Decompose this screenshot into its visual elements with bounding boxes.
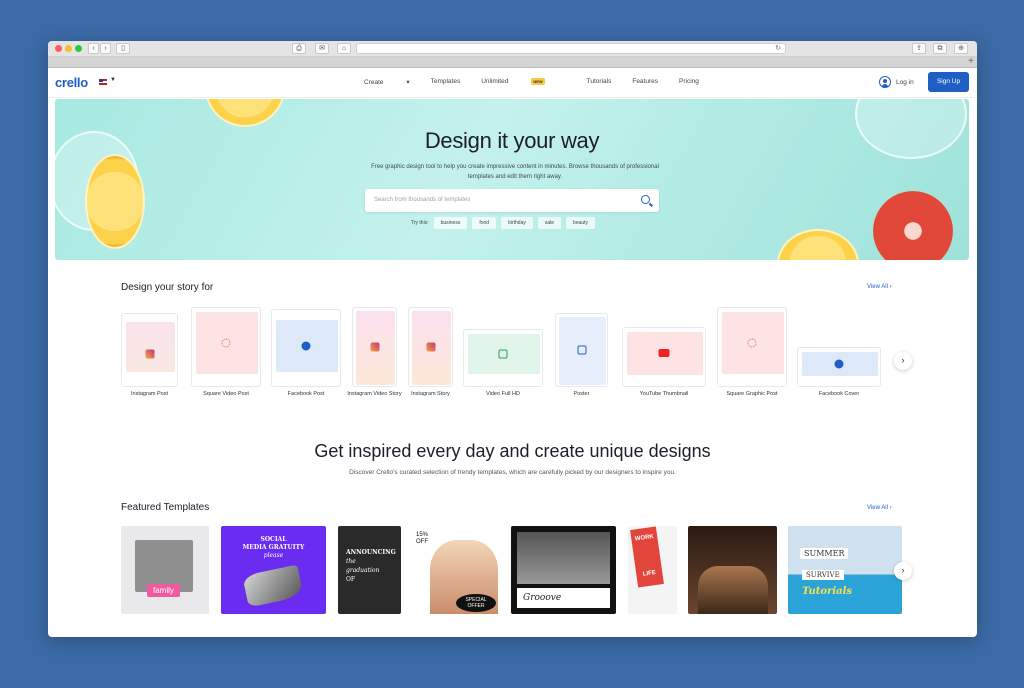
format-label: Facebook Post [287,391,325,397]
home-icon[interactable]: ⌂ [337,43,351,54]
story-next-button[interactable]: › [894,352,912,370]
instagram-icon [145,349,154,359]
hero-title: Design it your way [424,128,600,153]
featured-next-button[interactable]: › [894,562,912,580]
facebook-icon [834,359,844,369]
format-card-youtube-thumbnail[interactable] [622,327,706,387]
nav-features[interactable]: Features [632,78,658,86]
back-icon[interactable]: ‹ [88,43,99,54]
print-icon[interactable]: ⎙ [292,43,306,54]
chip-sale[interactable]: sale [537,217,562,229]
instagram-icon [370,342,379,352]
try-label: Try this: [411,220,429,226]
format-card-facebook-post[interactable] [271,309,341,387]
address-bar[interactable]: ↻ [356,43,786,54]
lemon-slice-image [205,99,285,127]
format-label: Square Graphic Post [726,391,778,397]
instagram-icon [426,342,435,352]
reload-icon[interactable]: ↻ [775,44,781,54]
login-link[interactable]: Log in [879,76,914,88]
maximize-window-button[interactable] [75,45,82,52]
refresh-icon [221,338,231,348]
close-window-button[interactable] [55,45,62,52]
login-label: Log in [896,78,914,86]
story-section-title: Design your story for [121,282,214,293]
chip-food[interactable]: food [472,217,497,229]
template-graduation-announcement[interactable]: ANNOUNCING the graduation OF [338,526,401,614]
format-label: Facebook Cover [818,391,860,397]
site-header: crello ▼ Create ▾ Templates Unlimited NEW… [48,68,977,98]
crello-logo[interactable]: crello [55,75,88,90]
template-special-offer[interactable]: 15% OFF SPECIAL OFFER [412,526,500,614]
signup-button[interactable]: Sign Up [928,72,969,92]
new-badge: NEW [531,78,545,85]
inspire-title: Get inspired every day and create unique… [314,441,711,461]
chip-business[interactable]: business [433,217,468,229]
hero-subtitle: Free graphic design tool to help you cre… [371,164,659,180]
nav-pricing[interactable]: Pricing [679,78,699,86]
tabs-icon[interactable]: ⧉ [933,43,947,54]
youtube-icon [658,349,670,357]
downloads-icon[interactable]: ⊕ [954,43,968,54]
template-family[interactable]: family [121,526,209,614]
format-label: Poster [573,391,590,397]
tab-strip: + [48,56,977,68]
format-label: Instagram Video Story [347,391,402,397]
forward-icon[interactable]: › [100,43,111,54]
hero-banner: Design it your way Free graphic design t… [55,99,969,260]
lemon-slice-image [85,154,145,249]
format-card-square-video-post[interactable] [191,307,261,387]
format-label: Square Video Post [203,391,249,397]
template-search-input[interactable]: Search from thousands of templates [365,189,659,212]
browser-window: ‹ › ▯ ⎙ ✉ ⌂ ↻ ⇪ ⧉ ⊕ + crello ▼ Create ▾ … [48,41,977,637]
poster-icon [577,345,586,355]
format-label: Instagram Post [131,391,168,397]
minimize-window-button[interactable] [65,45,72,52]
play-icon [498,349,508,359]
nav-unlimited[interactable]: Unlimited NEW [481,78,565,86]
chevron-down-icon[interactable]: ▼ [110,77,116,83]
format-card-facebook-cover[interactable] [797,347,881,387]
template-work-life[interactable]: WORK LIFE [628,526,677,614]
nav-templates[interactable]: Templates [431,78,461,86]
sidebar-icon[interactable]: ▯ [116,43,130,54]
us-flag-icon[interactable] [99,79,107,85]
format-card-instagram-post[interactable] [121,313,178,387]
format-label: Video Full HD [486,391,520,397]
new-tab-icon[interactable]: + [968,56,974,67]
nav-create[interactable]: Create ▾ [364,78,410,86]
browser-toolbar: ‹ › ▯ ⎙ ✉ ⌂ ↻ ⇪ ⧉ ⊕ [48,41,977,57]
format-card-instagram-video-story[interactable] [352,307,397,387]
format-card-square-graphic-post[interactable] [717,307,787,387]
featured-view-all-link[interactable]: View All › [867,505,892,511]
blood-orange-image [873,191,953,260]
format-card-poster[interactable] [555,313,608,387]
refresh-icon [747,338,757,348]
nav-tutorials[interactable]: Tutorials [587,78,612,86]
main-nav: Create ▾ Templates Unlimited NEW Tutorial… [364,78,720,86]
format-card-video-full-hd[interactable] [463,329,543,387]
format-label: YouTube Thumbnail [639,391,689,397]
template-summer-tutorials[interactable]: SUMMER SURVIVE Tutorials [788,526,902,614]
format-label: Instagram Story [411,391,450,397]
user-icon [879,76,891,88]
search-icon[interactable] [641,195,650,204]
suggestion-chips: Try this: business food birthday sale be… [411,217,596,229]
chip-birthday[interactable]: birthday [501,217,533,229]
format-card-instagram-story[interactable] [408,307,453,387]
facebook-icon [301,341,311,351]
template-groove-concert[interactable]: Grooove [511,526,616,614]
chip-beauty[interactable]: beauty [566,217,596,229]
inspire-subtitle: Discover Crello's curated selection of t… [349,469,676,476]
template-social-media-gratuity[interactable]: SOCIAL MEDIA GRATUITY please [221,526,326,614]
lemon-slice-image [777,229,859,260]
share-icon[interactable]: ⇪ [912,43,926,54]
mail-icon[interactable]: ✉ [315,43,329,54]
featured-section-title: Featured Templates [121,502,210,513]
search-placeholder: Search from thousands of templates [374,197,471,203]
template-celebration[interactable] [688,526,777,614]
story-view-all-link[interactable]: View All › [867,284,892,290]
